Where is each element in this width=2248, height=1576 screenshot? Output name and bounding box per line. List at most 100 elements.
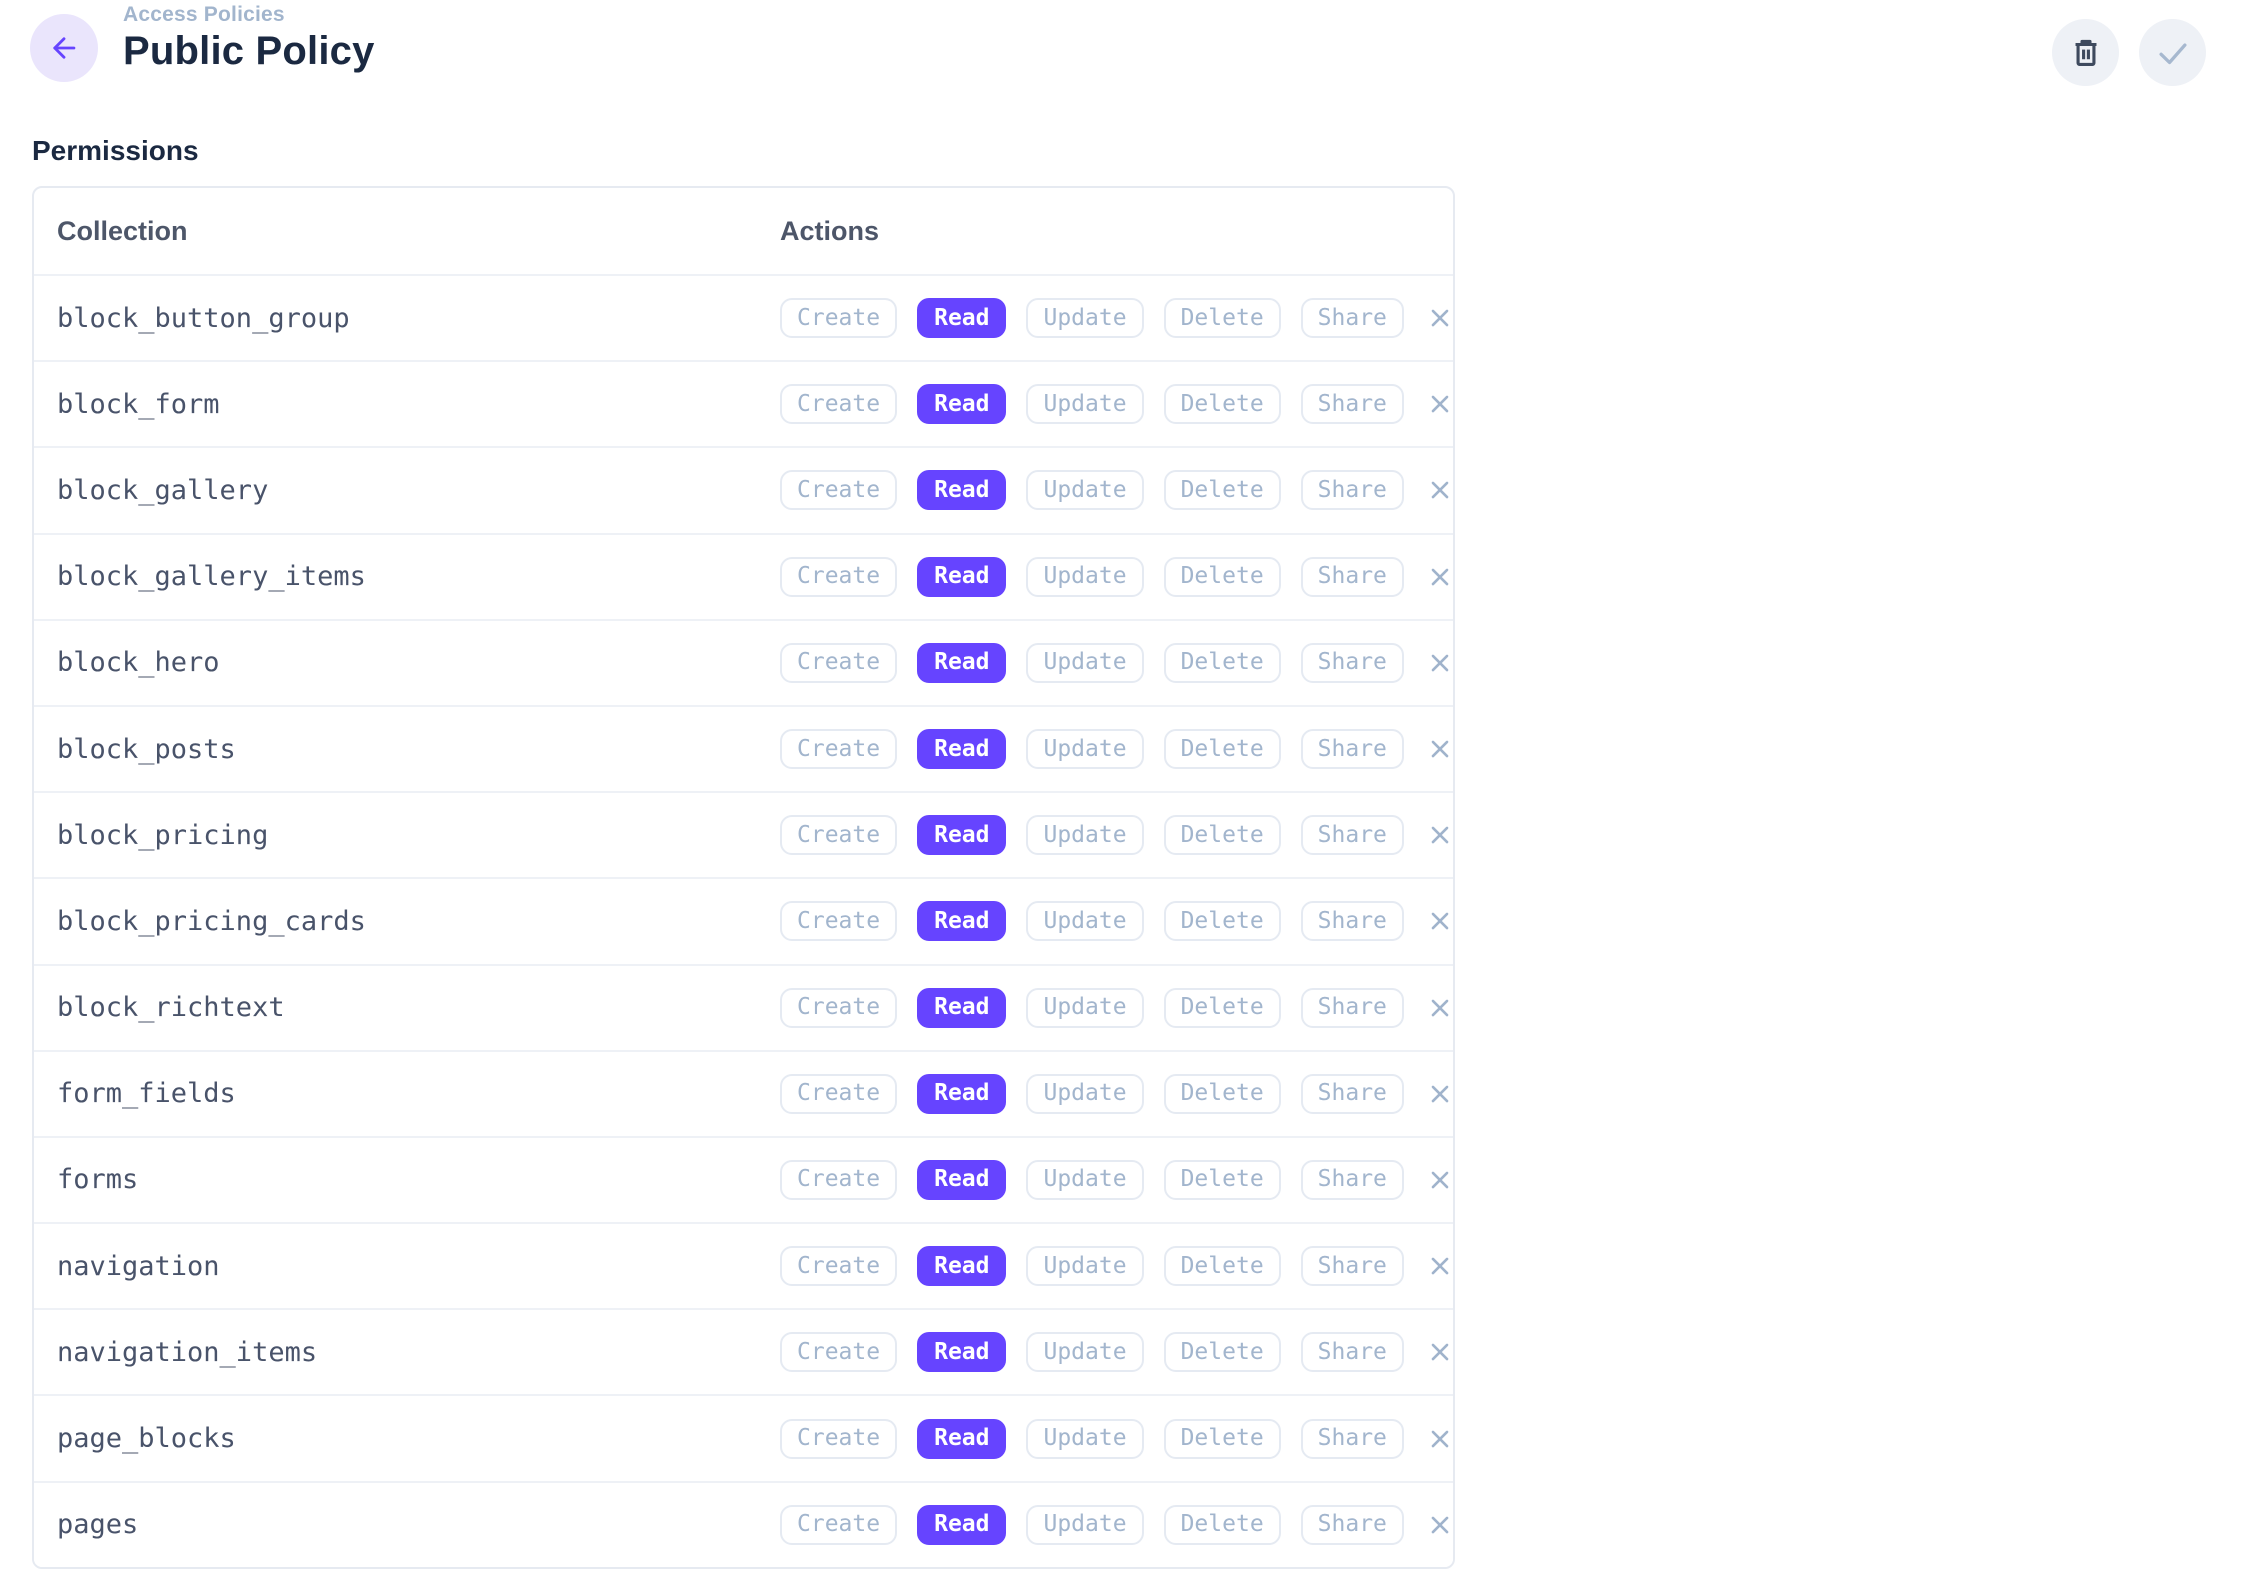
save-policy-button[interactable] (2139, 19, 2206, 86)
action-chip-create[interactable]: Create (780, 1505, 897, 1545)
delete-policy-button[interactable] (2052, 19, 2119, 86)
action-chip-read[interactable]: Read (917, 298, 1006, 338)
action-chip-create[interactable]: Create (780, 729, 897, 769)
action-chip-delete[interactable]: Delete (1164, 729, 1281, 769)
action-chip-create[interactable]: Create (780, 298, 897, 338)
action-chip-update[interactable]: Update (1026, 1074, 1143, 1114)
action-chip-read[interactable]: Read (917, 901, 1006, 941)
action-chip-share[interactable]: Share (1301, 1419, 1404, 1459)
action-chip-delete[interactable]: Delete (1164, 470, 1281, 510)
action-chip-delete[interactable]: Delete (1164, 298, 1281, 338)
action-chip-update[interactable]: Update (1026, 470, 1143, 510)
table-row: block_hero CreateReadUpdateDeleteShare (34, 619, 1453, 705)
remove-permission-button[interactable] (1424, 302, 1455, 334)
action-chip-delete[interactable]: Delete (1164, 384, 1281, 424)
remove-permission-button[interactable] (1424, 1078, 1455, 1110)
action-chip-update[interactable]: Update (1026, 1419, 1143, 1459)
action-chip-delete[interactable]: Delete (1164, 1332, 1281, 1372)
remove-permission-button[interactable] (1424, 1509, 1455, 1541)
action-chip-read[interactable]: Read (917, 557, 1006, 597)
action-chip-update[interactable]: Update (1026, 1246, 1143, 1286)
table-row: block_pricing_cards CreateReadUpdateDele… (34, 877, 1453, 963)
action-chip-delete[interactable]: Delete (1164, 1074, 1281, 1114)
action-chip-update[interactable]: Update (1026, 557, 1143, 597)
action-chip-create[interactable]: Create (780, 988, 897, 1028)
action-chip-delete[interactable]: Delete (1164, 557, 1281, 597)
action-chip-update[interactable]: Update (1026, 729, 1143, 769)
action-chip-delete[interactable]: Delete (1164, 988, 1281, 1028)
action-chip-read[interactable]: Read (917, 729, 1006, 769)
remove-permission-button[interactable] (1424, 1250, 1455, 1282)
action-chip-create[interactable]: Create (780, 1332, 897, 1372)
action-chip-share[interactable]: Share (1301, 470, 1404, 510)
action-chip-delete[interactable]: Delete (1164, 1246, 1281, 1286)
action-chip-create[interactable]: Create (780, 557, 897, 597)
action-chip-read[interactable]: Read (917, 643, 1006, 683)
remove-permission-button[interactable] (1424, 388, 1455, 420)
action-chip-delete[interactable]: Delete (1164, 1160, 1281, 1200)
action-chip-share[interactable]: Share (1301, 1160, 1404, 1200)
action-chip-delete[interactable]: Delete (1164, 901, 1281, 941)
action-chip-share[interactable]: Share (1301, 643, 1404, 683)
action-chip-create[interactable]: Create (780, 384, 897, 424)
action-chip-update[interactable]: Update (1026, 384, 1143, 424)
action-chip-share[interactable]: Share (1301, 1332, 1404, 1372)
action-chip-create[interactable]: Create (780, 1074, 897, 1114)
remove-permission-button[interactable] (1424, 474, 1455, 506)
action-chip-read[interactable]: Read (917, 470, 1006, 510)
action-chip-update[interactable]: Update (1026, 1505, 1143, 1545)
action-chip-update[interactable]: Update (1026, 298, 1143, 338)
action-chip-read[interactable]: Read (917, 384, 1006, 424)
action-chip-delete[interactable]: Delete (1164, 643, 1281, 683)
page-header: Access Policies Public Policy (0, 0, 2248, 112)
action-chip-read[interactable]: Read (917, 815, 1006, 855)
remove-permission-button[interactable] (1424, 647, 1455, 679)
remove-permission-button[interactable] (1424, 1336, 1455, 1368)
action-chip-update[interactable]: Update (1026, 815, 1143, 855)
action-chip-create[interactable]: Create (780, 1160, 897, 1200)
remove-permission-button[interactable] (1424, 733, 1455, 765)
close-icon (1427, 995, 1453, 1021)
remove-permission-button[interactable] (1424, 819, 1455, 851)
action-chip-share[interactable]: Share (1301, 1074, 1404, 1114)
action-chip-share[interactable]: Share (1301, 298, 1404, 338)
action-chip-update[interactable]: Update (1026, 988, 1143, 1028)
action-chip-update[interactable]: Update (1026, 901, 1143, 941)
action-chip-create[interactable]: Create (780, 1419, 897, 1459)
row-actions: Create Read Update Delete Share (780, 384, 1455, 424)
table-row: page_blocks CreateReadUpdateDeleteShare (34, 1394, 1453, 1480)
back-button[interactable] (30, 14, 98, 82)
action-chip-read[interactable]: Read (917, 1505, 1006, 1545)
action-chip-read[interactable]: Read (917, 1332, 1006, 1372)
remove-permission-button[interactable] (1424, 905, 1455, 937)
action-chip-share[interactable]: Share (1301, 384, 1404, 424)
action-chip-update[interactable]: Update (1026, 1160, 1143, 1200)
action-chip-delete[interactable]: Delete (1164, 815, 1281, 855)
action-chip-read[interactable]: Read (917, 1419, 1006, 1459)
action-chip-create[interactable]: Create (780, 643, 897, 683)
action-chip-create[interactable]: Create (780, 901, 897, 941)
action-chip-share[interactable]: Share (1301, 988, 1404, 1028)
action-chip-share[interactable]: Share (1301, 1246, 1404, 1286)
action-chip-share[interactable]: Share (1301, 815, 1404, 855)
action-chip-read[interactable]: Read (917, 1160, 1006, 1200)
action-chip-update[interactable]: Update (1026, 1332, 1143, 1372)
action-chip-read[interactable]: Read (917, 1246, 1006, 1286)
table-row: block_gallery CreateReadUpdateDeleteShar… (34, 446, 1453, 532)
remove-permission-button[interactable] (1424, 1164, 1455, 1196)
action-chip-delete[interactable]: Delete (1164, 1419, 1281, 1459)
action-chip-create[interactable]: Create (780, 815, 897, 855)
action-chip-create[interactable]: Create (780, 1246, 897, 1286)
action-chip-delete[interactable]: Delete (1164, 1505, 1281, 1545)
action-chip-update[interactable]: Update (1026, 643, 1143, 683)
action-chip-share[interactable]: Share (1301, 901, 1404, 941)
action-chip-share[interactable]: Share (1301, 1505, 1404, 1545)
action-chip-create[interactable]: Create (780, 470, 897, 510)
action-chip-read[interactable]: Read (917, 1074, 1006, 1114)
remove-permission-button[interactable] (1424, 992, 1455, 1024)
remove-permission-button[interactable] (1424, 561, 1455, 593)
action-chip-share[interactable]: Share (1301, 557, 1404, 597)
remove-permission-button[interactable] (1424, 1423, 1455, 1455)
action-chip-share[interactable]: Share (1301, 729, 1404, 769)
action-chip-read[interactable]: Read (917, 988, 1006, 1028)
